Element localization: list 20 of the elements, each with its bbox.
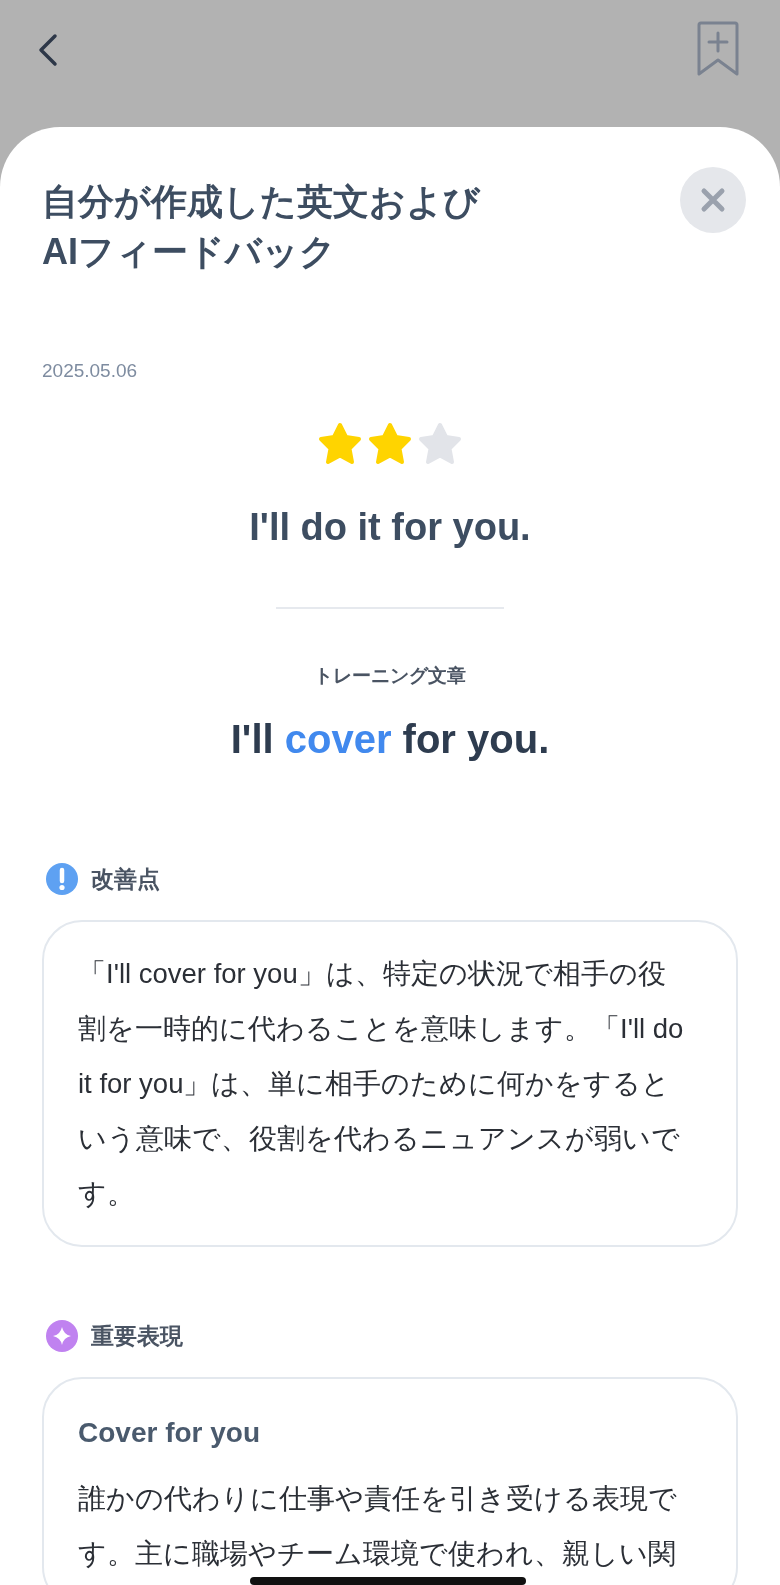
date-label: 2025.05.06 [42,360,139,382]
expression-title: Cover for you [78,1417,262,1449]
section-heading: 重要表現 [91,1321,183,1351]
back-button[interactable] [36,33,60,67]
sheet-title: 自分が作成した英文および AIフィードバック [42,180,480,274]
close-icon [700,187,726,213]
exclamation-icon [45,862,79,896]
chevron-left-icon [36,33,60,67]
user-sentence: I'll do it for you. [248,506,532,549]
bookmark-plus-icon [696,20,740,78]
training-label: トレーニング文章 [313,664,467,688]
filled-star-icon [317,422,363,466]
filled-star-icon [367,422,413,466]
empty-star-icon [417,422,463,466]
explanation-text: 「I'll cover for you」は、特定の状況で相手の役割を一時的に代わることを意味します。「I'll do it for you」は、単に相手のために何かをするという意味で、役割を代わるニュアンスが弱いです。 [78,957,684,1211]
sparkle-icon [45,1319,79,1353]
section-heading: 改善点 [91,864,160,894]
training-sentence: I'll cover for you. [229,717,551,762]
explanation-text: 誰かの代わりに仕事や責任を引き受ける表現です。主に職場やチーム環境で使われ、親しい関 [78,1482,678,1571]
bookmark-add-button[interactable] [696,20,740,78]
